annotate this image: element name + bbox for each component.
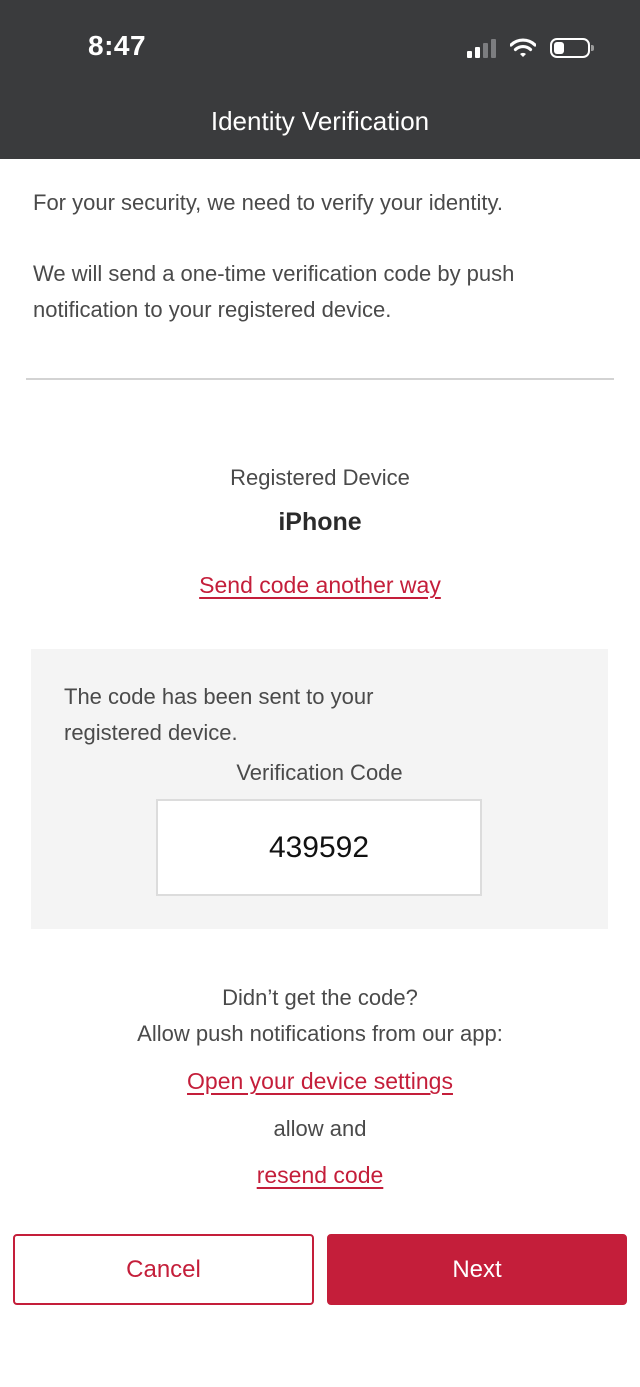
page-title: Identity Verification	[210, 106, 430, 136]
battery-level	[554, 42, 564, 54]
next-button[interactable]: Next	[327, 1234, 627, 1305]
wifi-icon	[510, 38, 536, 57]
allow-and-text: allow and	[273, 1116, 367, 1141]
status-icons	[467, 34, 594, 62]
no-code-question: Didn’t get the code?	[222, 985, 418, 1010]
resend-code-link[interactable]: resend code	[257, 1162, 384, 1188]
allow-push-instruction: Allow push notifications from our app:	[137, 1021, 503, 1046]
section-divider	[26, 378, 614, 380]
verification-code-panel: The code has been sent to your registere…	[31, 649, 608, 929]
open-device-settings-link[interactable]: Open your device settings	[187, 1068, 453, 1094]
intro-push-text: We will send a one-time verification cod…	[33, 261, 515, 322]
verification-code-label: Verification Code	[236, 760, 403, 785]
cellular-signal-icon	[467, 38, 496, 58]
app-header: 8:47 Identity Verification	[0, 0, 640, 159]
send-another-way-link-row: Send code another way	[0, 572, 640, 599]
code-sent-message: The code has been sent to your registere…	[64, 684, 374, 745]
settings-link-row: Open your device settings	[0, 1068, 640, 1095]
registered-device-label: Registered Device	[230, 465, 410, 490]
status-time: 8:47	[88, 30, 147, 61]
cancel-button[interactable]: Cancel	[13, 1234, 314, 1305]
intro-security-text: For your security, we need to verify you…	[33, 190, 503, 215]
send-code-another-way-link[interactable]: Send code another way	[199, 572, 441, 598]
resend-link-row: resend code	[0, 1162, 640, 1189]
verification-code-input[interactable]	[156, 799, 482, 896]
registered-device-name: iPhone	[278, 508, 362, 536]
battery-icon	[550, 38, 594, 58]
